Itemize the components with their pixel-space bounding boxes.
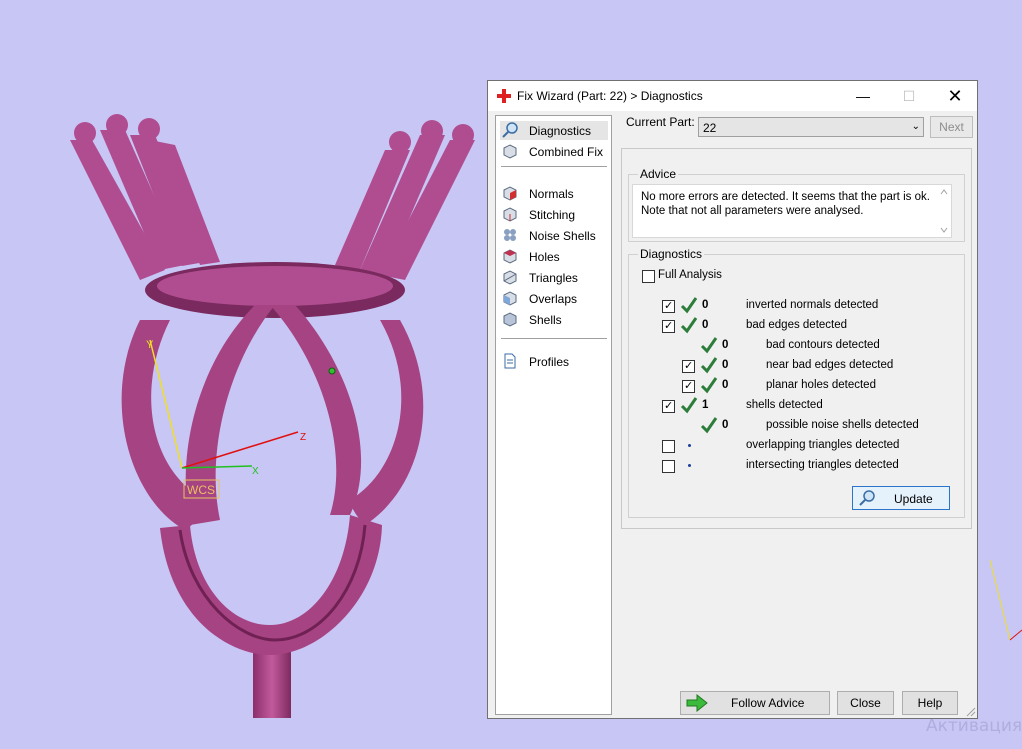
nav-item-diagnostics[interactable]: Diagnostics — [500, 121, 608, 140]
intersecting-triangles-checkbox[interactable] — [662, 460, 675, 473]
full-analysis-checkbox[interactable] — [642, 270, 655, 283]
inverted-normals-count: 0 — [702, 299, 709, 311]
axis-y-label: Y — [146, 339, 154, 351]
next-button[interactable]: Next — [930, 116, 973, 138]
planar-holes-checkbox[interactable]: ✓ — [682, 380, 695, 393]
nav-item-shells[interactable]: Shells — [500, 310, 608, 329]
current-part-label: Current Part: — [626, 115, 695, 129]
shells-label: shells detected — [746, 399, 823, 411]
intersecting-triangles-label: intersecting triangles detected — [746, 459, 899, 471]
nav-label: Shells — [529, 313, 562, 327]
nav-item-noise-shells[interactable]: Noise Shells — [500, 226, 608, 245]
nav-item-triangles[interactable]: Triangles — [500, 268, 608, 287]
nav-label: Diagnostics — [529, 124, 592, 138]
planar-holes-label: planar holes detected — [766, 379, 876, 391]
wcs-label: WCS — [187, 483, 215, 497]
check-icon — [680, 317, 698, 334]
overlaps-cube-icon — [503, 291, 517, 306]
nav-label: Holes — [529, 250, 560, 264]
nav-label: Noise Shells — [529, 229, 596, 243]
nav-divider — [501, 166, 607, 167]
diagnostics-title: Diagnostics — [638, 247, 705, 261]
bad-contours-count: 0 — [722, 339, 729, 351]
dialog-titlebar[interactable]: Fix Wizard (Part: 22) > Diagnostics — ☐ … — [488, 81, 977, 111]
nav-label: Combined Fix — [529, 145, 604, 159]
minimize-button[interactable]: — — [840, 81, 886, 111]
stitching-cube-icon — [503, 207, 517, 222]
bad-edges-checkbox[interactable]: ✓ — [662, 320, 675, 333]
inverted-normals-checkbox[interactable]: ✓ — [662, 300, 675, 313]
cube-icon — [503, 144, 517, 159]
nav-item-holes[interactable]: Holes — [500, 247, 608, 266]
advice-textbox[interactable]: No more errors are detected. It seems th… — [632, 184, 952, 238]
activation-watermark: Активация — [926, 716, 1022, 736]
advice-scrollbar[interactable] — [937, 185, 951, 237]
advice-title: Advice — [638, 167, 679, 181]
document-icon — [504, 353, 516, 369]
advice-text: No more errors are detected. It seems th… — [641, 191, 930, 217]
nav-item-combined-fix[interactable]: Combined Fix — [500, 142, 608, 161]
bad-edges-count: 0 — [702, 319, 709, 331]
triangles-cube-icon — [503, 270, 517, 285]
magnifier-icon — [859, 490, 875, 506]
noise-shells-label: possible noise shells detected — [766, 419, 919, 431]
pending-dot-icon — [688, 444, 691, 447]
full-analysis-label: Full Analysis — [658, 269, 722, 281]
update-button[interactable]: Update — [852, 486, 950, 510]
nav-label: Stitching — [529, 208, 576, 222]
nav-divider — [501, 338, 607, 339]
nav-label: Profiles — [529, 355, 570, 369]
planar-holes-count: 0 — [722, 379, 729, 391]
chevron-down-icon: ⌄ — [911, 121, 920, 132]
near-bad-edges-label: near bad edges detected — [766, 359, 894, 371]
update-label: Update — [894, 492, 933, 506]
shells-checkbox[interactable]: ✓ — [662, 400, 675, 413]
green-arrow-icon — [686, 694, 708, 712]
noise-shells-count: 0 — [722, 419, 729, 431]
bad-edges-label: bad edges detected — [746, 319, 848, 331]
close-window-button[interactable]: ✕ — [932, 81, 978, 111]
overlapping-triangles-checkbox[interactable] — [662, 440, 675, 453]
noise-shells-icon — [504, 229, 516, 241]
nav-item-overlaps[interactable]: Overlaps — [500, 289, 608, 308]
holes-cube-icon — [503, 249, 517, 264]
follow-advice-button[interactable]: Follow Advice — [680, 691, 830, 715]
nav-item-stitching[interactable]: Stitching — [500, 205, 608, 224]
near-bad-edges-count: 0 — [722, 359, 729, 371]
check-icon — [700, 337, 718, 354]
check-icon — [680, 297, 698, 314]
nav-item-normals[interactable]: Normals — [500, 184, 608, 203]
nav-item-profiles[interactable]: Profiles — [500, 352, 608, 371]
resize-grip-icon[interactable] — [966, 707, 976, 717]
shells-cube-icon — [503, 312, 517, 327]
fix-wizard-dialog: Fix Wizard (Part: 22) > Diagnostics — ☐ … — [487, 80, 978, 719]
normals-cube-icon — [503, 186, 517, 201]
current-part-select[interactable]: 22 ⌄ — [698, 117, 924, 137]
near-bad-edges-checkbox[interactable]: ✓ — [682, 360, 695, 373]
wizard-nav-panel: Diagnostics Combined Fix Normals Stitchi… — [495, 115, 612, 715]
nav-label: Normals — [529, 187, 574, 201]
check-icon — [700, 357, 718, 374]
maximize-button[interactable]: ☐ — [886, 81, 932, 111]
help-button[interactable]: Help — [902, 691, 958, 715]
pending-dot-icon — [688, 464, 691, 467]
bad-contours-label: bad contours detected — [766, 339, 880, 351]
close-button[interactable]: Close — [837, 691, 894, 715]
red-cross-icon — [497, 89, 511, 103]
check-icon — [680, 397, 698, 414]
shells-count: 1 — [702, 399, 709, 411]
dialog-title: Fix Wizard (Part: 22) > Diagnostics — [517, 89, 703, 103]
diagnostics-panel: Advice No more errors are detected. It s… — [621, 148, 972, 529]
overlapping-triangles-label: overlapping triangles detected — [746, 439, 900, 451]
follow-advice-label: Follow Advice — [731, 696, 805, 710]
check-icon — [700, 417, 718, 434]
nav-label: Triangles — [529, 271, 578, 285]
nav-label: Overlaps — [529, 292, 578, 306]
check-icon — [700, 377, 718, 394]
axis-x-label: X — [252, 466, 259, 477]
axis-z-label: Z — [300, 432, 306, 443]
current-part-value: 22 — [703, 121, 717, 135]
inverted-normals-label: inverted normals detected — [746, 299, 879, 311]
magnifier-icon — [502, 122, 518, 138]
